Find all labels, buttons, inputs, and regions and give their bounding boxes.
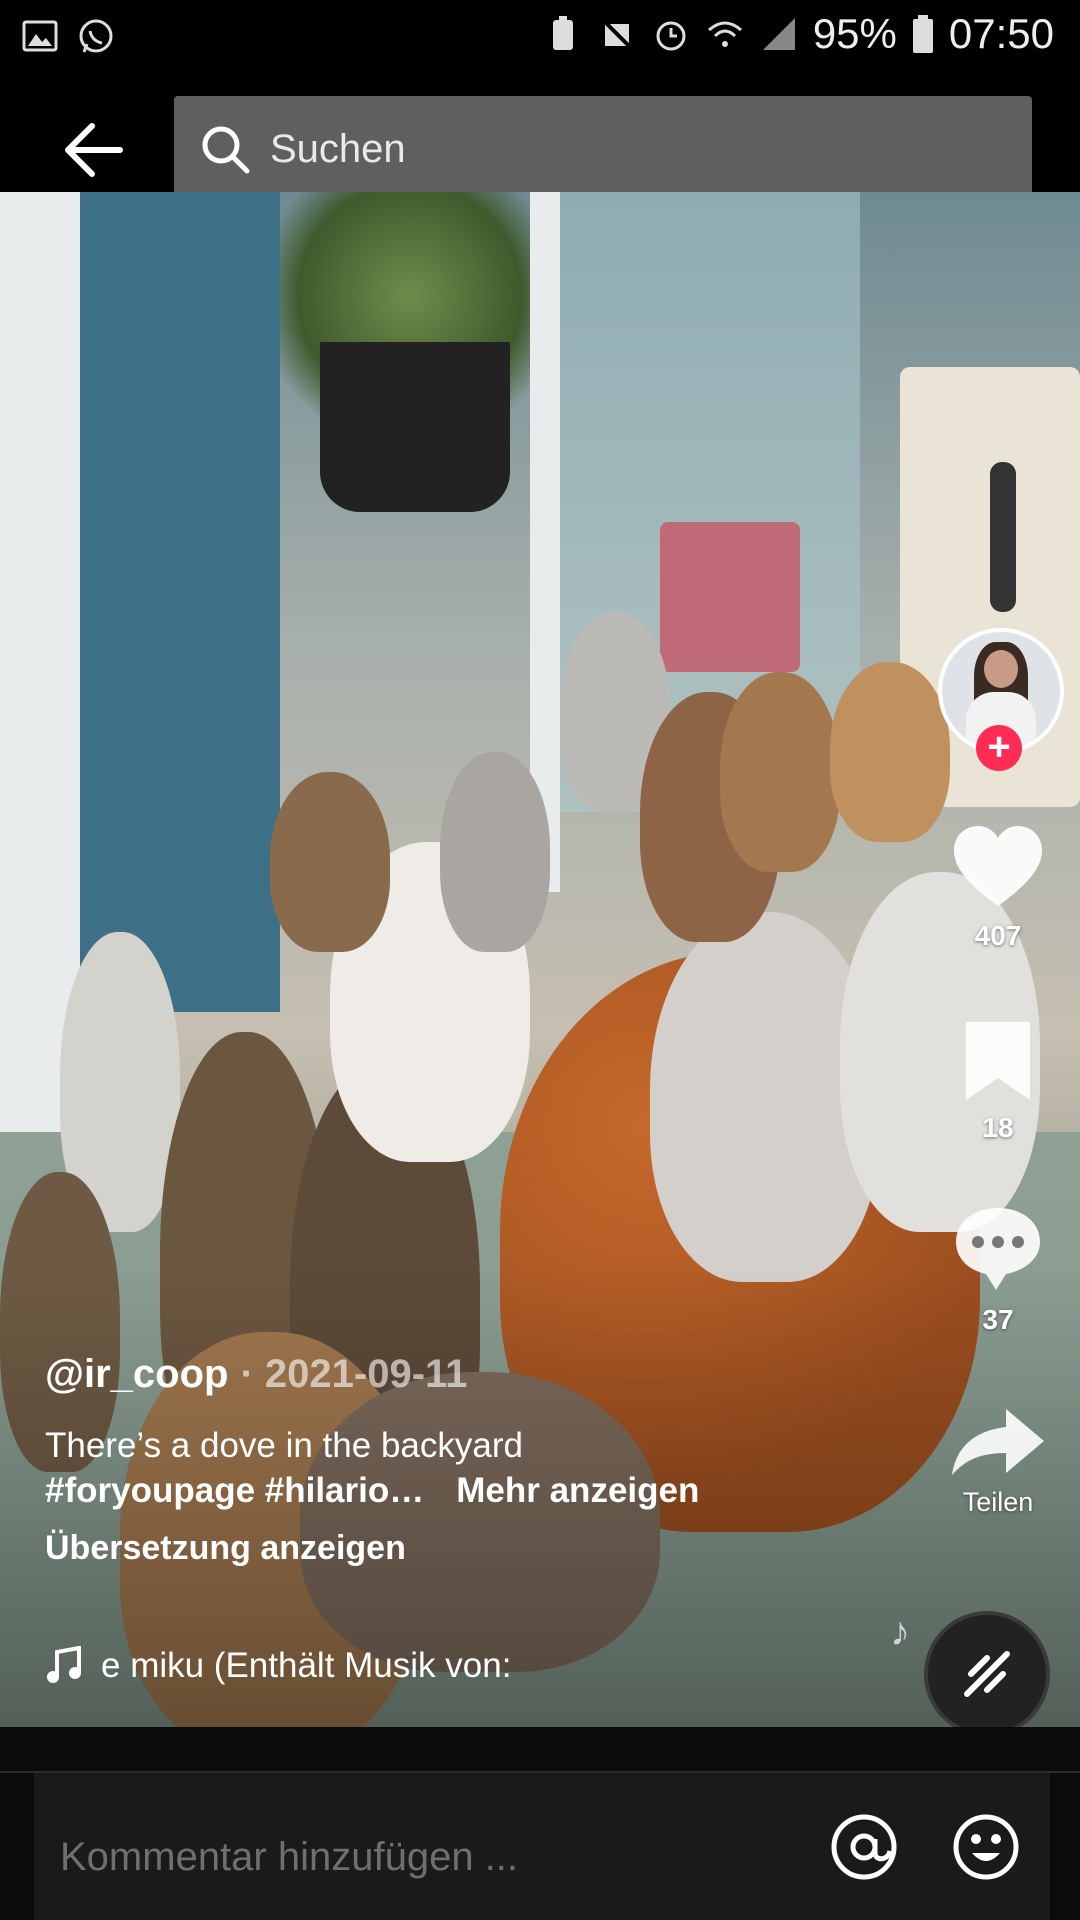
- music-info[interactable]: e miku (Enthält Musik von:: [45, 1646, 511, 1686]
- clock: 07:50: [948, 10, 1054, 57]
- comment-count: 37: [982, 1304, 1014, 1335]
- music-disc[interactable]: [924, 1611, 1050, 1737]
- search-placeholder: Suchen: [270, 126, 406, 171]
- battery-saver-icon: [552, 16, 573, 50]
- top-bar: Suchen: [0, 76, 1080, 202]
- like-count: 407: [974, 920, 1022, 951]
- battery-icon: [912, 15, 933, 53]
- comment-button[interactable]: 37: [938, 1200, 1058, 1336]
- status-bar-left: [20, 16, 116, 56]
- heart-icon: [954, 826, 1042, 906]
- comment-bubble-icon: [956, 1208, 1040, 1290]
- video-scene-cat: [830, 662, 950, 842]
- whatsapp-icon: [79, 19, 113, 53]
- emoji-icon[interactable]: [950, 1811, 1022, 1883]
- floating-music-note-icon: ♪: [890, 1610, 910, 1654]
- search-icon: [202, 126, 250, 174]
- status-bar: 95% 07:50: [0, 0, 1080, 76]
- share-label: Teilen: [962, 1487, 1034, 1517]
- save-count: 18: [982, 1112, 1014, 1143]
- video-scene-purifier-slot: [990, 462, 1016, 612]
- show-translation-link[interactable]: Übersetzung anzeigen: [45, 1529, 905, 1568]
- video-scene-stool: [660, 522, 800, 672]
- back-arrow-icon[interactable]: [58, 114, 130, 186]
- mention-at-icon[interactable]: [828, 1811, 900, 1883]
- follow-button[interactable]: +: [976, 725, 1022, 771]
- share-button[interactable]: Teilen: [938, 1405, 1058, 1518]
- signal-icon: [762, 18, 795, 50]
- sound-disc-icon: [964, 1651, 1010, 1697]
- save-button[interactable]: 18: [938, 1018, 1058, 1144]
- post-description: There’s a dove in the backyard: [45, 1426, 523, 1465]
- author-line: @ir_coop · 2021-09-11: [45, 1352, 905, 1397]
- wifi-icon: [707, 21, 742, 47]
- mute-icon: [599, 16, 635, 52]
- post-date: · 2021-09-11: [240, 1352, 468, 1396]
- share-arrow-icon: [952, 1409, 1044, 1475]
- post-caption: @ir_coop · 2021-09-11 There’s a dove in …: [45, 1352, 905, 1568]
- video-scene-cat: [720, 672, 840, 872]
- author-username[interactable]: @ir_coop: [45, 1352, 228, 1397]
- show-more-link[interactable]: Mehr anzeigen: [456, 1471, 699, 1511]
- search-bar[interactable]: Suchen: [174, 96, 1032, 202]
- alarm-icon: [656, 21, 686, 51]
- music-note-icon: [47, 1646, 81, 1683]
- bookmark-icon: [966, 1022, 1030, 1100]
- like-button[interactable]: 407: [938, 822, 1058, 952]
- battery-percent: 95%: [812, 10, 897, 57]
- comment-bar: Kommentar hinzufügen ...: [0, 1727, 1080, 1920]
- video-scene-cat: [440, 752, 550, 952]
- music-title: e miku (Enthält Musik von:: [101, 1646, 512, 1685]
- comment-placeholder: Kommentar hinzufügen ...: [60, 1835, 519, 1879]
- video-scene-cat: [270, 772, 390, 952]
- hashtag-line: #foryoupage #hilario… Mehr anzeigen: [45, 1471, 905, 1511]
- avatar-face: [984, 650, 1018, 688]
- status-bar-right: 95% 07:50: [543, 10, 1054, 58]
- gallery-icon: [22, 20, 58, 52]
- video-scene-pot: [320, 342, 510, 512]
- post-hashtags[interactable]: #foryoupage #hilario…: [45, 1471, 424, 1511]
- video-scene-pillar: [80, 192, 280, 1012]
